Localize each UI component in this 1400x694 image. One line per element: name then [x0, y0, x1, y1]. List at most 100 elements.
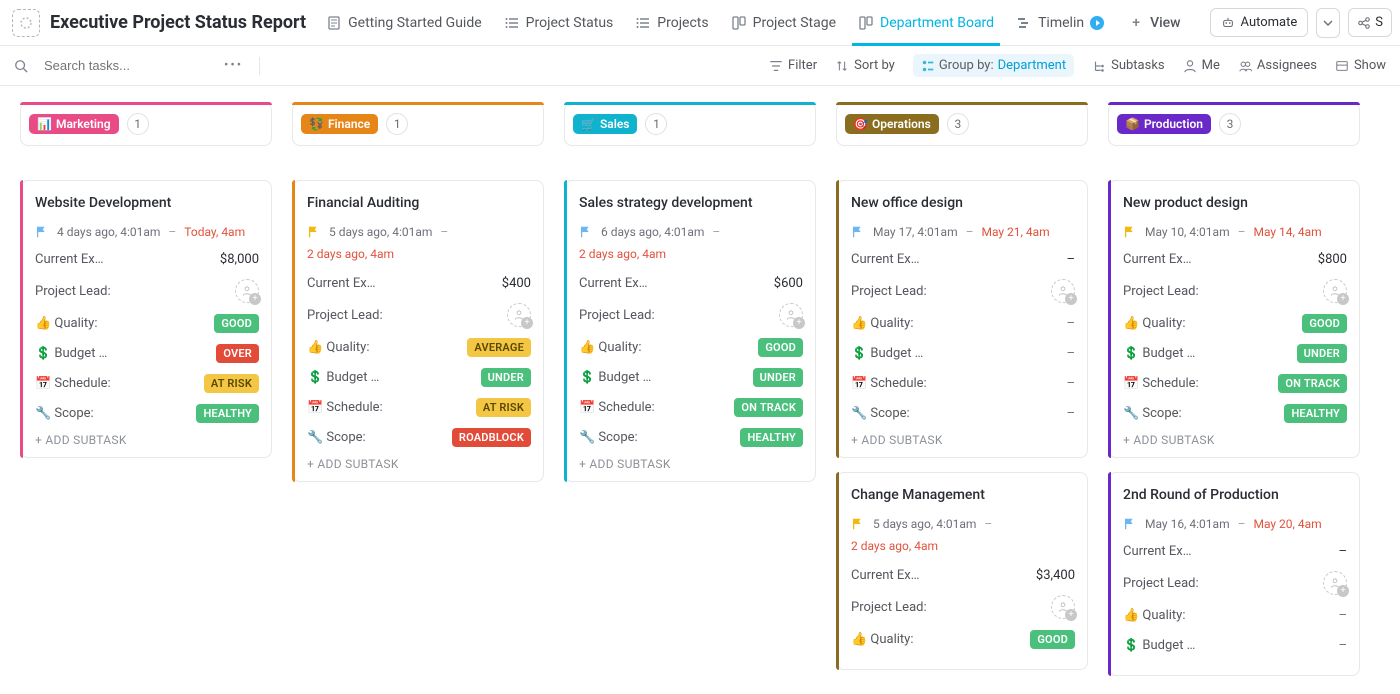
task-card[interactable]: Sales strategy development 6 days ago, 4…: [564, 180, 816, 482]
tab-project-stage[interactable]: Project Stage: [721, 1, 846, 45]
group-icon: [921, 59, 935, 73]
column-label: Operations: [872, 117, 931, 131]
column-pill[interactable]: 💱 Finance: [301, 114, 378, 134]
filter-button[interactable]: Filter: [769, 58, 817, 73]
overdue-date: 2 days ago, 4am: [851, 539, 1075, 553]
avatar-add[interactable]: [1323, 571, 1347, 595]
column-production: 📦 Production 3 New product design May 10…: [1108, 102, 1360, 678]
search-icon: [14, 59, 28, 73]
task-card[interactable]: Financial Auditing 5 days ago, 4:01am – …: [292, 180, 544, 482]
column-header[interactable]: 💱 Finance 1: [292, 102, 544, 146]
search-field[interactable]: [38, 54, 208, 77]
status-badge: UNDER: [1297, 344, 1347, 363]
automate-dropdown[interactable]: [1316, 8, 1340, 38]
add-subtask-button[interactable]: ADD SUBTASK: [1123, 433, 1347, 447]
column-pill[interactable]: 🎯 Operations: [845, 114, 939, 134]
show-label: Show: [1354, 58, 1386, 73]
task-card[interactable]: 2nd Round of Production May 16, 4:01am –…: [1108, 472, 1360, 676]
card-title: Change Management: [851, 487, 1075, 503]
sort-button[interactable]: Sort by: [835, 58, 895, 73]
column-emoji-icon: 💱: [309, 117, 324, 131]
column-pill[interactable]: 📊 Marketing: [29, 114, 119, 134]
avatar-add[interactable]: [235, 279, 259, 303]
column-header[interactable]: 🎯 Operations 3: [836, 102, 1088, 146]
tab-projects[interactable]: Projects: [625, 1, 718, 45]
field-label: 💲 Budget …: [35, 346, 107, 361]
column-header[interactable]: 📊 Marketing 1: [20, 102, 272, 146]
field-value: $8,000: [220, 252, 259, 267]
tab-getting-started-guide[interactable]: Getting Started Guide: [316, 1, 492, 45]
tab-timelin[interactable]: Timelin: [1006, 1, 1114, 45]
search-input[interactable]: [44, 58, 164, 73]
field-schedule: 📅 Schedule:–: [851, 373, 1075, 393]
me-filter[interactable]: Me: [1183, 58, 1220, 73]
avatar-add[interactable]: [1051, 279, 1075, 303]
column-emoji-icon: 🛒: [581, 117, 596, 131]
field-label: Project Lead:: [1123, 284, 1199, 299]
show-icon: [1335, 59, 1349, 73]
field-quality: 👍 Quality:–: [1123, 605, 1347, 625]
avatar-add[interactable]: [507, 303, 531, 327]
field-label: Current Ex…: [851, 252, 919, 267]
groupby-button[interactable]: Group by: Department: [913, 54, 1074, 77]
show-menu[interactable]: Show: [1335, 58, 1386, 73]
add-subtask-button[interactable]: ADD SUBTASK: [35, 433, 259, 447]
avatar-add[interactable]: [1051, 595, 1075, 619]
date-start: 5 days ago, 4:01am: [329, 225, 432, 239]
group-value: Department: [998, 58, 1067, 73]
person-add-icon: [1323, 279, 1347, 303]
column-stripe: [20, 102, 272, 105]
tab-project-status[interactable]: Project Status: [494, 1, 624, 45]
filter-icon: [769, 59, 783, 73]
add-subtask-button[interactable]: ADD SUBTASK: [307, 457, 531, 471]
card-dates: May 17, 4:01am – May 21, 4am: [851, 225, 1075, 239]
column-cards: Financial Auditing 5 days ago, 4:01am – …: [292, 180, 544, 482]
field-label: Current Ex…: [1123, 252, 1191, 267]
tab-label: Department Board: [880, 15, 994, 31]
plus-icon: +: [1128, 15, 1144, 31]
status-badge: GOOD: [214, 314, 259, 333]
column-header[interactable]: 📦 Production 3: [1108, 102, 1360, 146]
field-lead: Project Lead:: [35, 279, 259, 303]
task-card[interactable]: New office design May 17, 4:01am – May 2…: [836, 180, 1088, 458]
column-header[interactable]: 🛒 Sales 1: [564, 102, 816, 146]
column-pill[interactable]: 🛒 Sales: [573, 114, 637, 134]
task-card[interactable]: Website Development 4 days ago, 4:01am –…: [20, 180, 272, 458]
field-label: 👍 Quality:: [579, 340, 641, 355]
card-title: New product design: [1123, 195, 1347, 211]
automate-button[interactable]: Automate: [1210, 8, 1309, 37]
field-label: Current Ex…: [35, 252, 103, 267]
flag-icon: [1123, 517, 1137, 531]
field-label: Project Lead:: [1123, 576, 1199, 591]
field-value: $400: [502, 276, 531, 291]
tab-label: Getting Started Guide: [348, 15, 482, 31]
card-dates: May 16, 4:01am – May 20, 4am: [1123, 517, 1347, 531]
share-button[interactable]: S: [1348, 8, 1392, 37]
task-card[interactable]: Change Management 5 days ago, 4:01am – 2…: [836, 472, 1088, 670]
avatar-add[interactable]: [1323, 279, 1347, 303]
column-cards: Sales strategy development 6 days ago, 4…: [564, 180, 816, 482]
assignees-filter[interactable]: Assignees: [1238, 58, 1317, 73]
add-subtask-button[interactable]: ADD SUBTASK: [851, 433, 1075, 447]
field-label: 🔧 Scope:: [1123, 406, 1182, 421]
flag-icon: [579, 225, 593, 239]
list-icon: [635, 15, 651, 31]
person-add-icon: [1323, 571, 1347, 595]
subtasks-toggle[interactable]: Subtasks: [1092, 58, 1165, 73]
tab-department-board[interactable]: Department Board: [848, 1, 1004, 45]
more-options[interactable]: •••: [218, 58, 249, 73]
chevron-down-icon: [1323, 20, 1333, 26]
add-view-button[interactable]: + View: [1118, 1, 1191, 45]
add-subtask-button[interactable]: ADD SUBTASK: [579, 457, 803, 471]
status-badge: ROADBLOCK: [452, 428, 531, 447]
field-scope: 🔧 Scope:HEALTHY: [579, 427, 803, 447]
field-value: $800: [1318, 252, 1347, 267]
card-accent: [292, 180, 295, 482]
column-pill[interactable]: 📦 Production: [1117, 114, 1211, 134]
avatar-add[interactable]: [779, 303, 803, 327]
field-label: 🔧 Scope:: [851, 406, 910, 421]
field-label: 📅 Schedule:: [1123, 376, 1199, 391]
field-scope: 🔧 Scope:ROADBLOCK: [307, 427, 531, 447]
view-tabs: Getting Started Guide Project Status Pro…: [316, 1, 1114, 45]
task-card[interactable]: New product design May 10, 4:01am – May …: [1108, 180, 1360, 458]
